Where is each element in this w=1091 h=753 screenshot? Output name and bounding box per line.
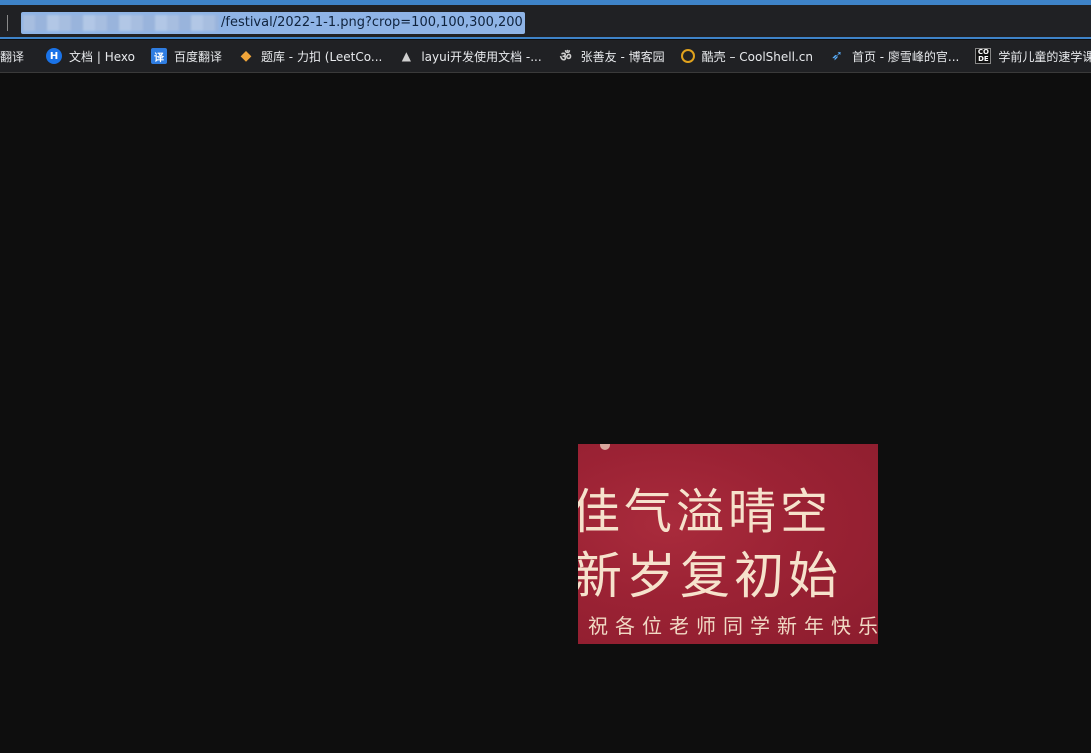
url-text[interactable]: /festival/2022-1-1.png?crop=100,100,300,… xyxy=(221,12,523,34)
bookmark-label: layui开发使用文档 -... xyxy=(421,49,542,64)
baidu-translate-icon: 译 xyxy=(150,48,167,64)
bookmark-cnblogs[interactable]: ॐ 张善友 - 博客园 xyxy=(552,44,671,68)
bookmark-leetcode[interactable]: ◆ 题库 - 力扣 (LeetCo... xyxy=(232,44,388,68)
url-selection[interactable]: /festival/2022-1-1.png?crop=100,100,300,… xyxy=(21,12,525,34)
bookmark-coolshell[interactable]: 酷壳 – CoolShell.cn xyxy=(675,44,819,68)
image-text-line-1: 佳气溢晴空 xyxy=(578,484,833,540)
page-viewport xyxy=(0,74,1091,753)
image-text-line-2: 新岁复初始 xyxy=(578,547,842,605)
bookmark-label: 翻译 xyxy=(0,49,25,64)
bookmark-hexo-docs[interactable]: H 文档 | Hexo xyxy=(40,44,141,68)
bookmark-label: 首页 - 廖雪峰的官... xyxy=(851,49,960,64)
image-decoration xyxy=(600,444,610,450)
coolshell-icon xyxy=(680,49,695,63)
hexo-icon: H xyxy=(46,48,63,64)
bookmark-layui[interactable]: ▲ layui开发使用文档 -... xyxy=(392,44,547,68)
bookmark-label: 题库 - 力扣 (LeetCo... xyxy=(260,49,383,64)
bookmark-label: 百度翻译 xyxy=(173,49,222,64)
address-bar-divider xyxy=(7,15,8,31)
bookmark-label: 张善友 - 博客园 xyxy=(580,49,665,64)
leetcode-icon: ◆ xyxy=(240,48,252,64)
bookmark-preschool[interactable]: CODE 学前儿童的速学课... xyxy=(969,44,1091,68)
bookmarks-bar: 翻译 H 文档 | Hexo 译 百度翻译 ◆ 题库 - 力扣 (LeetCo.… xyxy=(0,40,1091,73)
redacted-url-host xyxy=(23,15,219,31)
code-icon: CO DE xyxy=(975,48,992,64)
rocket-icon: ➶ xyxy=(831,48,843,64)
bookmark-label: 酷壳 – CoolShell.cn xyxy=(701,49,813,64)
image-text-line-3: 祝各位老师同学新年快乐 xyxy=(588,614,878,638)
address-bar[interactable]: /festival/2022-1-1.png?crop=100,100,300,… xyxy=(0,5,1091,39)
cnblogs-icon: ॐ xyxy=(559,50,572,65)
layui-icon: ▲ xyxy=(401,49,411,63)
bookmark-liaoxuefeng[interactable]: ➶ 首页 - 廖雪峰的官... xyxy=(823,44,965,68)
bookmark-label: 学前儿童的速学课... xyxy=(998,49,1091,64)
cropped-festival-image: 佳气溢晴空 新岁复初始 祝各位老师同学新年快乐 xyxy=(578,444,878,644)
bookmark-translate[interactable]: 翻译 xyxy=(0,44,30,68)
bookmark-label: 文档 | Hexo xyxy=(69,49,135,64)
bookmark-baidu-translate[interactable]: 译 百度翻译 xyxy=(145,44,228,68)
